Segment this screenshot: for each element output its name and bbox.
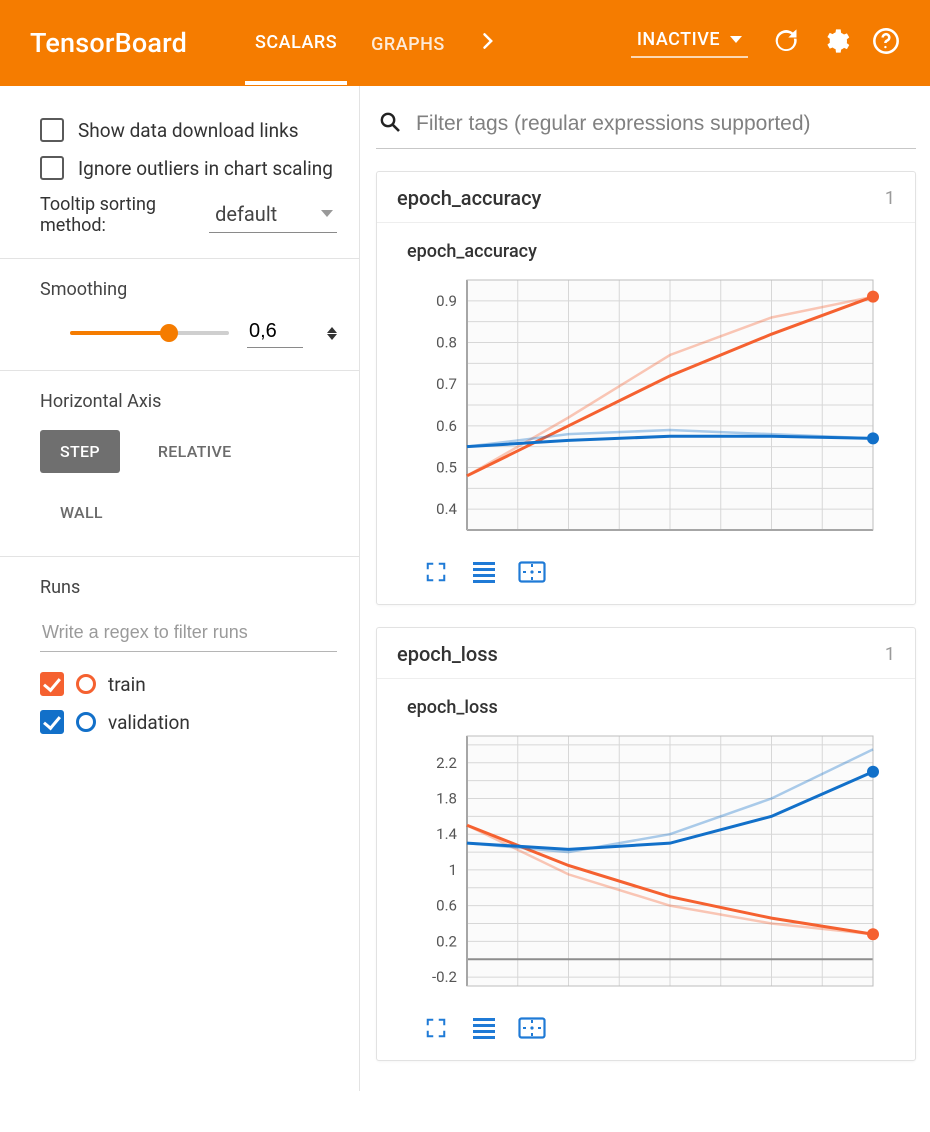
svg-text:0.5: 0.5 <box>436 459 457 477</box>
run-label: train <box>108 673 146 696</box>
axis-step-button[interactable]: STEP <box>40 430 120 473</box>
chart-data-icon[interactable] <box>469 1016 499 1040</box>
scalar-card-accuracy: epoch_accuracy 1 epoch_accuracy 0.40.50.… <box>376 171 916 605</box>
chart-fit-icon[interactable] <box>517 1016 547 1040</box>
svg-text:0.9: 0.9 <box>436 292 457 310</box>
card-title: epoch_accuracy <box>397 186 541 210</box>
axis-wall-button[interactable]: WALL <box>40 491 123 534</box>
run-train-checkbox[interactable] <box>40 672 64 696</box>
app-title: TensorBoard <box>30 27 245 59</box>
smoothing-stepper[interactable] <box>327 327 337 340</box>
refresh-icon[interactable] <box>772 27 800 59</box>
header-tabs: SCALARS GRAPHS <box>245 2 497 85</box>
tab-scalars[interactable]: SCALARS <box>245 2 347 85</box>
run-label: validation <box>108 711 190 734</box>
card-header[interactable]: epoch_accuracy 1 <box>377 172 915 223</box>
svg-text:0.7: 0.7 <box>436 375 457 393</box>
run-train-swatch-icon <box>76 674 96 694</box>
card-count: 1 <box>885 644 895 665</box>
chart-title: epoch_loss <box>407 697 895 718</box>
chart-loss[interactable]: -0.2 0.2 0.6 1 1.4 1.8 2.2 <box>407 726 887 1006</box>
inactive-dropdown[interactable]: INACTIVE <box>631 29 748 58</box>
axis-relative-button[interactable]: RELATIVE <box>138 430 252 473</box>
svg-text:1.8: 1.8 <box>436 790 457 808</box>
chevron-down-icon <box>730 36 742 43</box>
svg-text:-0.2: -0.2 <box>432 968 457 986</box>
runs-filter-input[interactable] <box>40 616 337 652</box>
smoothing-input[interactable] <box>247 318 303 348</box>
ignore-outliers-checkbox[interactable] <box>40 156 64 180</box>
smoothing-slider[interactable] <box>70 331 229 335</box>
inactive-label: INACTIVE <box>637 29 720 50</box>
smoothing-title: Smoothing <box>40 279 337 300</box>
tag-filter-input[interactable] <box>414 111 912 137</box>
app-header: TensorBoard SCALARS GRAPHS INACTIVE <box>0 0 930 86</box>
svg-text:0.2: 0.2 <box>436 932 457 950</box>
svg-text:0.6: 0.6 <box>436 897 457 915</box>
tooltip-sort-label: Tooltip sorting method: <box>40 194 209 236</box>
svg-text:0.4: 0.4 <box>436 500 457 518</box>
card-header[interactable]: epoch_loss 1 <box>377 628 915 679</box>
help-icon[interactable] <box>872 27 900 59</box>
tab-graphs[interactable]: GRAPHS <box>361 4 455 83</box>
chart-accuracy[interactable]: 0.4 0.5 0.6 0.7 0.8 0.9 <box>407 270 887 550</box>
svg-text:1: 1 <box>449 861 457 879</box>
gear-icon[interactable] <box>822 27 850 59</box>
search-icon <box>378 110 402 138</box>
run-validation-checkbox[interactable] <box>40 710 64 734</box>
card-count: 1 <box>885 188 895 209</box>
card-title: epoch_loss <box>397 642 498 666</box>
scalar-card-loss: epoch_loss 1 epoch_loss -0.2 0.2 0.6 1 1.4 1.… <box>376 627 916 1061</box>
tooltip-sort-value: default <box>215 202 277 226</box>
chevron-down-icon <box>321 210 333 217</box>
horizontal-axis-title: Horizontal Axis <box>40 391 337 412</box>
runs-title: Runs <box>40 577 337 598</box>
run-validation-swatch-icon <box>76 712 96 732</box>
chart-fit-icon[interactable] <box>517 560 547 584</box>
show-download-checkbox[interactable] <box>40 118 64 142</box>
svg-text:0.6: 0.6 <box>436 417 457 435</box>
ignore-outliers-label: Ignore outliers in chart scaling <box>78 157 333 180</box>
svg-text:1.4: 1.4 <box>436 825 457 843</box>
show-download-label: Show data download links <box>78 119 299 142</box>
chart-expand-icon[interactable] <box>421 1016 451 1040</box>
tabs-overflow-chevron-icon[interactable] <box>469 31 497 56</box>
svg-text:2.2: 2.2 <box>436 754 457 772</box>
svg-text:0.8: 0.8 <box>436 334 457 352</box>
sidebar: Show data download links Ignore outliers… <box>0 86 360 1091</box>
main-panel: epoch_accuracy 1 epoch_accuracy 0.40.50.… <box>360 86 930 1091</box>
chart-data-icon[interactable] <box>469 560 499 584</box>
chart-expand-icon[interactable] <box>421 560 451 584</box>
tooltip-sort-select[interactable]: default <box>209 198 337 233</box>
chart-title: epoch_accuracy <box>407 241 895 262</box>
